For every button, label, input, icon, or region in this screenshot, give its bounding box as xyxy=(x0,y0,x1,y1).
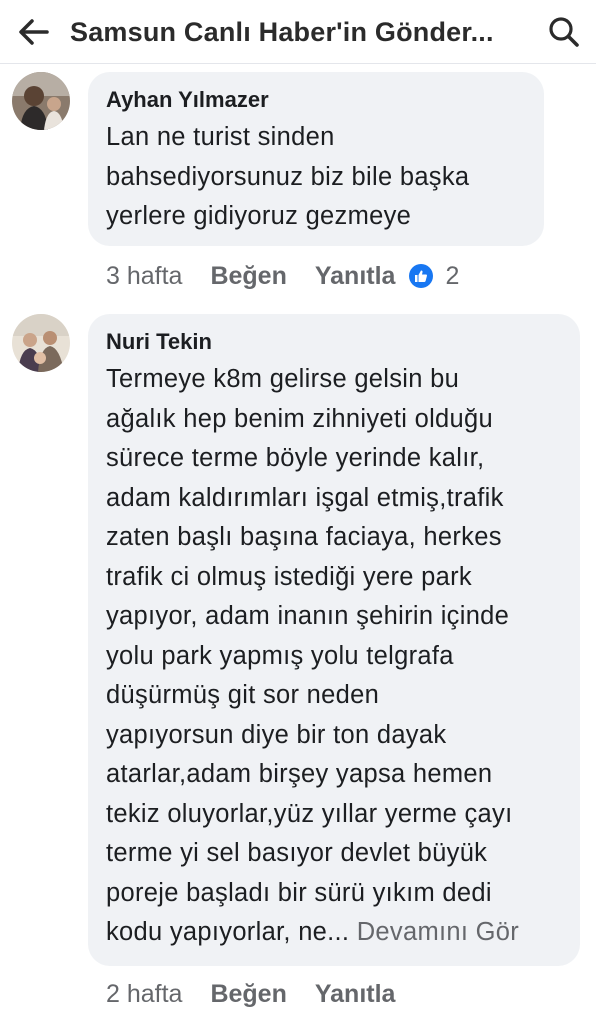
comment-line: tekiz oluyorlar,yüz yıllar yerme çayı xyxy=(106,799,513,828)
comment-line: yolu park yapmış yolu telgrafa xyxy=(106,641,454,670)
back-button[interactable] xyxy=(14,12,54,52)
comment-line: yapıyorsun diye bir ton dayak xyxy=(106,720,447,749)
avatar[interactable] xyxy=(12,72,70,130)
comment-bubble[interactable]: Nuri Tekin Termeye k8m gelirse gelsin bu… xyxy=(88,314,580,966)
reaction-count: 2 xyxy=(445,262,460,290)
avatar-photo xyxy=(12,314,70,372)
reaction-summary[interactable]: 2 xyxy=(409,260,459,292)
avatar[interactable] xyxy=(12,314,70,372)
comment-actions: 3 hafta Beğen Yanıtla 2 xyxy=(106,260,459,292)
comment-line: terme yi sel basıyor devlet büyük xyxy=(106,839,488,867)
comment-text: Lan ne turist sinden bahsediyorsunuz biz… xyxy=(106,118,526,237)
comment-line: yerlere gidiyoruz gezmeye xyxy=(106,202,412,230)
like-button[interactable]: Beğen xyxy=(210,260,286,292)
reply-button[interactable]: Yanıtla xyxy=(315,978,396,1010)
thumbs-up-icon xyxy=(409,264,434,288)
comment-line: trafik ci olmuş istediği yere park xyxy=(106,562,472,591)
comment-line: sürece terme böyle yerinde kalır, xyxy=(106,444,485,472)
comment-line: poreje başladı bir sürü yıkım dedi xyxy=(106,878,492,907)
search-icon xyxy=(549,17,579,47)
comment-time[interactable]: 3 hafta xyxy=(106,260,182,292)
comment-line: bahsediyorsunuz biz bile başka xyxy=(106,162,470,191)
comment-line: ağalık hep benim zihniyeti olduğu xyxy=(106,404,493,433)
comment-bubble[interactable]: Ayhan Yılmazer Lan ne turist sinden bahs… xyxy=(88,72,544,246)
search-button[interactable] xyxy=(542,10,586,54)
page-title: Samsun Canlı Haber'in Gönder... xyxy=(70,17,494,47)
comment-line: Termeye k8m gelirse gelsin bu xyxy=(106,365,460,393)
comment-line: zaten başlı başına faciaya, herkes xyxy=(106,523,502,551)
reply-button[interactable]: Yanıtla xyxy=(315,260,396,292)
comment-line: adam kaldırımları işgal etmiş,trafik xyxy=(106,483,504,512)
comment-actions: 2 hafta Beğen Yanıtla xyxy=(106,978,395,1010)
arrow-left-icon xyxy=(19,19,49,45)
comment-line: yapıyor, adam inanın şehirin içinde xyxy=(106,602,510,630)
see-more-link[interactable]: Devamını Gör xyxy=(357,918,519,946)
comment-line: düşürmüş git sor neden xyxy=(106,681,380,709)
comment-text: Termeye k8m gelirse gelsin bu ağalık hep… xyxy=(106,360,562,953)
comment-line: atarlar,adam birşey yapsa hemen xyxy=(106,760,493,788)
comment-time[interactable]: 2 hafta xyxy=(106,978,182,1010)
comment-author[interactable]: Nuri Tekin xyxy=(106,328,562,356)
like-button[interactable]: Beğen xyxy=(210,978,286,1010)
comment-line: kodu yapıyorlar, ne... xyxy=(106,918,350,946)
top-bar: Samsun Canlı Haber'in Gönder... xyxy=(0,0,596,64)
avatar-photo xyxy=(12,72,70,130)
comment-line-last: kodu yapıyorlar, ne... Devamını Gör xyxy=(106,913,562,953)
comment-line: Lan ne turist sinden xyxy=(106,123,335,151)
comment-author[interactable]: Ayhan Yılmazer xyxy=(106,86,526,114)
